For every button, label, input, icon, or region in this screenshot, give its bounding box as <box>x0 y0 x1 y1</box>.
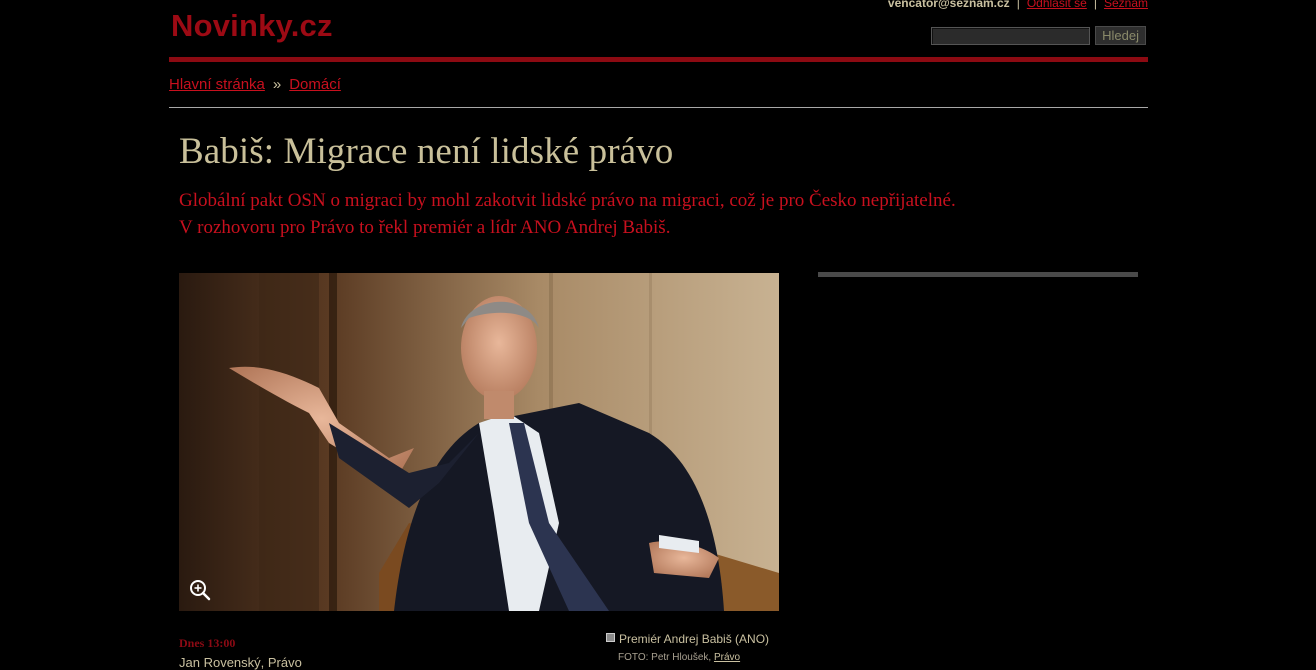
photo-caption-text: Premiér Andrej Babiš (ANO) <box>619 632 770 646</box>
separator: | <box>1016 0 1020 10</box>
photo-credit-source-link[interactable]: Právo <box>714 652 740 663</box>
sidebar-divider <box>818 272 1138 277</box>
seznam-link[interactable]: Seznam <box>1104 0 1148 10</box>
user-bar: vencator@seznam.cz | Odhlásit se | Seznam <box>888 0 1148 10</box>
breadcrumb: Hlavní stránka » Domácí <box>169 76 341 93</box>
site-logo[interactable]: Novinky.cz <box>171 8 333 44</box>
article-perex: Globální pakt OSN o migraci by mohl zako… <box>179 187 1079 241</box>
photo-credit: FOTO: Petr Hloušek, Právo <box>618 652 740 663</box>
zoom-in-icon[interactable] <box>189 579 211 601</box>
image-icon <box>606 633 615 642</box>
search-input[interactable] <box>931 26 1091 45</box>
search-button[interactable]: Hledej <box>1095 26 1146 45</box>
article-author: Jan Rovenský, Právo <box>179 655 302 670</box>
separator: | <box>1093 0 1097 10</box>
article-date: Dnes 13:00 <box>179 636 236 650</box>
divider <box>169 107 1148 108</box>
breadcrumb-arrow: » <box>272 76 282 93</box>
header-red-bar <box>169 57 1148 62</box>
breadcrumb-home-link[interactable]: Hlavní stránka <box>169 76 265 93</box>
article-photo[interactable] <box>179 273 779 611</box>
photo-caption: Premiér Andrej Babiš (ANO) <box>606 632 769 646</box>
article-title: Babiš: Migrace není lidské právo <box>179 131 674 172</box>
photo-credit-prefix: FOTO: Petr Hloušek, <box>618 652 712 663</box>
perex-line-1: Globální pakt OSN o migraci by mohl zako… <box>179 190 956 211</box>
logout-link[interactable]: Odhlásit se <box>1027 0 1087 10</box>
perex-line-2: V rozhovoru pro Právo to řekl premiér a … <box>179 217 671 238</box>
photo-illustration <box>179 273 779 611</box>
breadcrumb-section-link[interactable]: Domácí <box>289 76 341 93</box>
search-form: Hledej <box>931 26 1146 45</box>
user-email: vencator@seznam.cz <box>887 0 1010 10</box>
page-wrapper: Novinky.cz vencator@seznam.cz | Odhlásit s… <box>169 0 1148 670</box>
